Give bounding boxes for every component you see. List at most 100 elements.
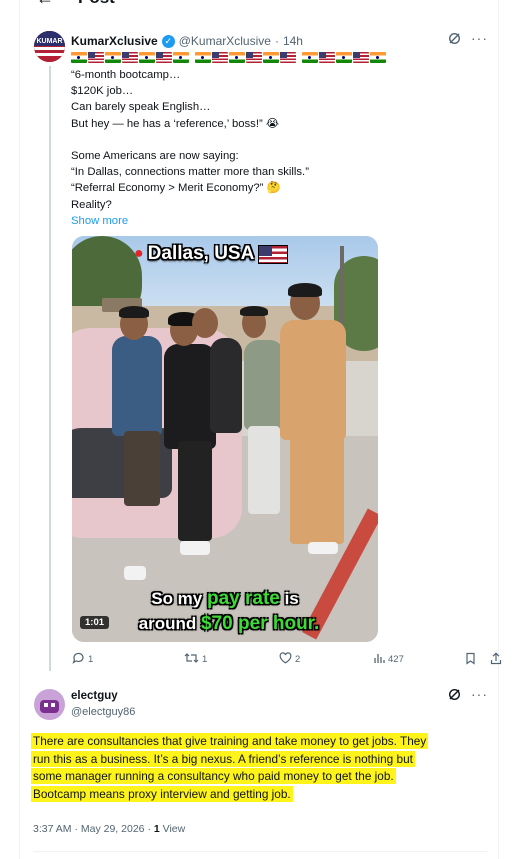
author-handle[interactable]: @KumarXclusive	[179, 34, 271, 48]
verified-badge-icon: ✓	[161, 34, 175, 48]
us-flag-icon	[212, 52, 228, 63]
video-person	[244, 340, 284, 430]
reply-view-label: View	[162, 823, 186, 835]
india-flag-icon	[139, 52, 155, 63]
us-flag-icon	[88, 52, 104, 63]
us-flag-icon	[353, 52, 369, 63]
show-more-link[interactable]: Show more	[71, 213, 481, 229]
repost-count: 1	[202, 654, 208, 665]
india-flag-icon	[71, 52, 87, 63]
video-person	[180, 541, 210, 555]
tweet-text-line: $120K job…	[71, 85, 134, 98]
india-flag-icon	[195, 52, 211, 63]
us-flag-icon	[319, 52, 335, 63]
reply-button[interactable]: 1	[72, 652, 93, 667]
back-arrow-icon[interactable]: ←	[36, 0, 54, 8]
flag-spacer	[297, 52, 301, 64]
reply-author-name[interactable]: electguy	[71, 690, 118, 702]
heart-icon	[279, 652, 292, 667]
video-person	[124, 566, 146, 580]
share-icon[interactable]	[490, 652, 502, 665]
video-person	[192, 308, 218, 338]
view-count: 427	[388, 654, 404, 665]
avatar-logo-text: KUMAR	[36, 38, 62, 45]
post-header: ← Post	[20, 0, 500, 14]
tweet-text-line: “In Dallas, connections matter more than…	[71, 166, 309, 179]
subtitle-text: is	[279, 589, 299, 608]
grok-icon[interactable]	[448, 32, 461, 48]
repost-button[interactable]: 1	[184, 652, 207, 667]
grok-icon[interactable]	[448, 688, 461, 704]
location-pin-icon: ●	[134, 245, 144, 262]
page-title: Post	[78, 0, 115, 8]
dot-separator: ·	[274, 34, 279, 48]
thread-line	[49, 66, 51, 671]
more-options-icon[interactable]: ···	[471, 686, 488, 702]
reply-avatar[interactable]	[34, 689, 65, 720]
video-person	[124, 431, 160, 506]
action-bar: 1 1 2 427	[72, 652, 502, 670]
post-time[interactable]: 14h	[283, 34, 303, 48]
video-person	[308, 542, 338, 554]
tweet-text-line: Reality?	[71, 198, 112, 211]
us-flag-icon	[156, 52, 172, 63]
views-chart-icon	[373, 652, 385, 667]
reply-view-count: 1	[153, 823, 160, 835]
us-flag-icon	[280, 52, 296, 63]
video-subtitle-line-2: around $70 per hour.	[76, 613, 378, 635]
avatar-face	[40, 700, 59, 713]
video-player[interactable]: ● Dallas, USA So my pay rate is around $…	[72, 236, 378, 642]
tweet-text: “6-month bootcamp… $120K job… Can barely s…	[71, 67, 481, 229]
video-subtitle-line-1: So my pay rate is	[72, 588, 378, 610]
like-count: 2	[295, 654, 301, 665]
india-flag-icon	[173, 52, 189, 63]
subtitle-text: So my	[151, 589, 207, 608]
subtitle-text: around	[138, 614, 202, 633]
video-location-caption: ● Dallas, USA	[134, 240, 289, 268]
video-person	[178, 441, 212, 541]
india-flag-icon	[263, 52, 279, 63]
tweet-text-line	[71, 132, 481, 148]
video-person	[280, 320, 346, 440]
location-caption-text: Dallas, USA	[147, 243, 255, 264]
india-flag-icon	[105, 52, 121, 63]
tweet-text-line: Some Americans are now saying:	[71, 150, 239, 162]
reply-text-line: some manager running a consultancy who p…	[31, 768, 396, 785]
tweet-text-line: “6-month bootcamp…	[71, 69, 181, 81]
video-person	[288, 283, 322, 297]
video-person	[164, 344, 216, 449]
avatar-eye	[51, 703, 55, 707]
post-timestamp[interactable]: 3:37 AM	[33, 823, 72, 835]
video-person	[290, 432, 344, 544]
video-person	[248, 426, 280, 514]
subtitle-highlight: $70 per hour.	[201, 613, 320, 634]
post-column: ← Post KUMAR KumarXclusive ✓ @KumarXclus…	[19, 0, 502, 859]
post-date[interactable]: May 29, 2026	[81, 823, 145, 835]
india-flag-icon	[370, 52, 386, 63]
divider	[33, 851, 487, 852]
video-person	[112, 336, 162, 436]
reply-text-line: There are consultancies that give traini…	[31, 733, 429, 749]
tweet-text-line: But hey — he has a ‘reference,’ boss!” 😭	[71, 117, 280, 130]
reply-text: There are consultancies that give traini…	[31, 733, 491, 804]
us-flag-icon	[246, 52, 262, 63]
us-flag-icon	[258, 244, 289, 264]
more-options-icon[interactable]: ···	[471, 30, 488, 46]
post-meta: 3:37 AM · May 29, 2026 · 1 View	[33, 823, 186, 835]
video-person	[210, 338, 242, 433]
avatar-eye	[44, 703, 48, 707]
india-flag-icon	[302, 52, 318, 63]
us-flag-icon	[122, 52, 138, 63]
author-name[interactable]: KumarXclusive	[71, 34, 158, 48]
bookmark-icon[interactable]	[465, 652, 476, 665]
avatar[interactable]: KUMAR	[34, 31, 65, 62]
like-button[interactable]: 2	[279, 652, 300, 667]
views-button[interactable]: 427	[373, 652, 404, 667]
video-duration-badge: 1:01	[80, 616, 110, 629]
reply-author-handle[interactable]: @electguy86	[71, 706, 135, 718]
video-person	[119, 306, 149, 318]
india-flag-icon	[336, 52, 352, 63]
tweet-text-line: “Referral Economy > Merit Economy?” 🤔	[71, 182, 281, 195]
subtitle-highlight: pay rate	[206, 588, 280, 609]
flag-spacer	[190, 52, 194, 64]
